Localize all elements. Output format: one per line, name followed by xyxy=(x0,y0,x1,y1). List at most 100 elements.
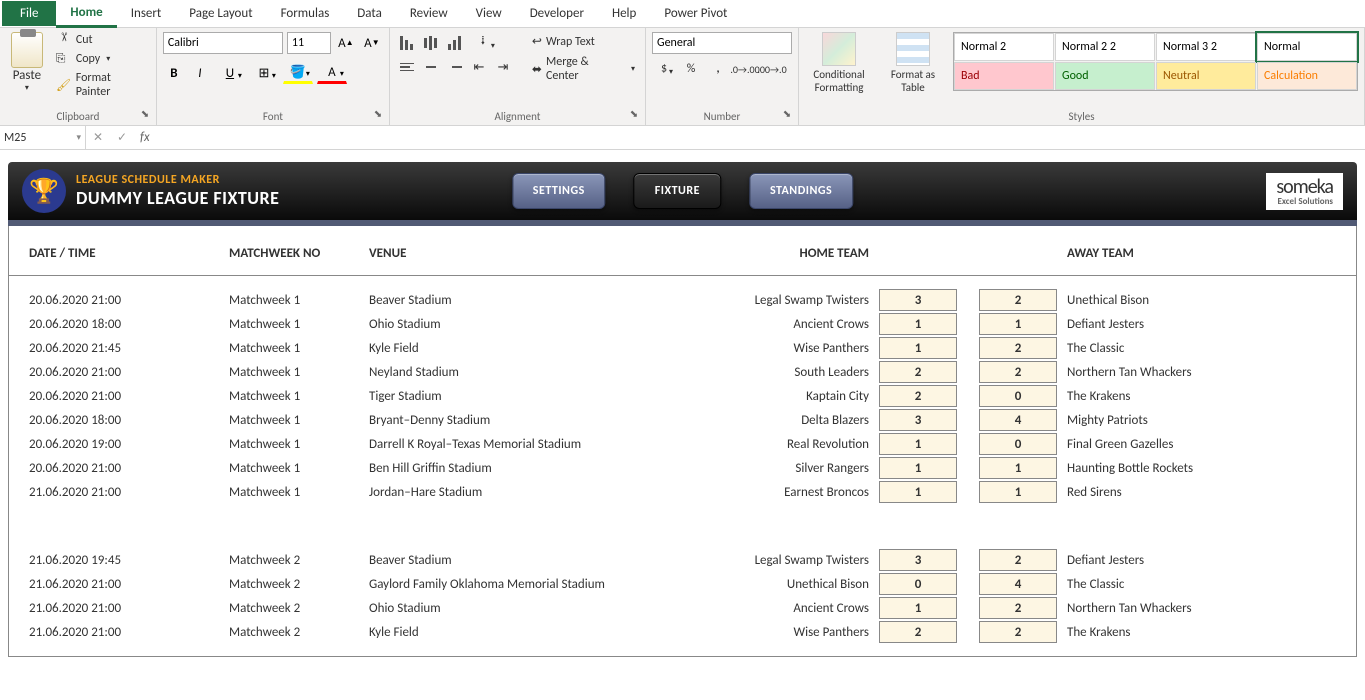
cell-home-team[interactable]: Delta Blazers xyxy=(629,413,879,428)
cell-home-team[interactable]: Wise Panthers xyxy=(629,341,879,356)
cell-venue[interactable]: Kyle Field xyxy=(369,341,629,356)
style-cell[interactable]: Normal xyxy=(1257,33,1357,61)
cell-away-team[interactable]: Unethical Bison xyxy=(1057,293,1336,308)
cell-datetime[interactable]: 20.06.2020 19:00 xyxy=(29,437,229,452)
cell-away-team[interactable]: Northern Tan Whackers xyxy=(1057,365,1336,380)
decrease-font-button[interactable]: A▼ xyxy=(361,32,383,54)
wrap-text-button[interactable]: ↩Wrap Text xyxy=(528,32,639,51)
tab-developer[interactable]: Developer xyxy=(516,1,598,26)
decrease-decimal-button[interactable]: .00→.0 xyxy=(760,58,784,80)
cell-away-score[interactable]: 1 xyxy=(979,313,1057,335)
tab-formulas[interactable]: Formulas xyxy=(267,1,344,26)
cell-datetime[interactable]: 20.06.2020 21:00 xyxy=(29,389,229,404)
cell-away-team[interactable]: Mighty Patriots xyxy=(1057,413,1336,428)
cell-away-team[interactable]: The Classic xyxy=(1057,577,1336,592)
cell-datetime[interactable]: 20.06.2020 21:00 xyxy=(29,365,229,380)
settings-button[interactable]: SETTINGS xyxy=(512,173,606,209)
clipboard-launcher[interactable]: ⬊ xyxy=(138,107,152,121)
cell-venue[interactable]: Jordan–Hare Stadium xyxy=(369,485,629,500)
cell-home-score[interactable]: 1 xyxy=(879,481,957,503)
fixture-button[interactable]: FIXTURE xyxy=(634,173,721,209)
tab-review[interactable]: Review xyxy=(396,1,462,26)
cell-away-score[interactable]: 2 xyxy=(979,337,1057,359)
tab-power-pivot[interactable]: Power Pivot xyxy=(650,1,741,26)
cancel-formula-button[interactable]: ✕ xyxy=(86,130,110,145)
cell-matchweek[interactable]: Matchweek 2 xyxy=(229,625,369,640)
cell-away-score[interactable]: 2 xyxy=(979,361,1057,383)
cell-away-score[interactable]: 0 xyxy=(979,433,1057,455)
cell-away-team[interactable]: The Krakens xyxy=(1057,625,1336,640)
cell-venue[interactable]: Darrell K Royal–Texas Memorial Stadium xyxy=(369,437,629,452)
cell-home-score[interactable]: 2 xyxy=(879,361,957,383)
increase-decimal-button[interactable]: .0→.00 xyxy=(733,58,757,80)
cell-home-score[interactable]: 2 xyxy=(879,621,957,643)
style-cell[interactable]: Bad xyxy=(954,62,1054,90)
underline-button[interactable]: U xyxy=(215,62,245,84)
cell-datetime[interactable]: 20.06.2020 21:00 xyxy=(29,461,229,476)
cell-home-score[interactable]: 3 xyxy=(879,409,957,431)
percent-format-button[interactable]: % xyxy=(679,58,703,80)
cell-datetime[interactable]: 21.06.2020 21:00 xyxy=(29,625,229,640)
format-painter-button[interactable]: 🖌Format Painter xyxy=(54,70,150,100)
cell-datetime[interactable]: 21.06.2020 19:45 xyxy=(29,553,229,568)
conditional-formatting-button[interactable]: Conditional Formatting xyxy=(805,32,873,94)
cell-matchweek[interactable]: Matchweek 1 xyxy=(229,341,369,356)
style-cell[interactable]: Normal 3 2 xyxy=(1156,33,1256,61)
cell-home-score[interactable]: 1 xyxy=(879,457,957,479)
cell-home-team[interactable]: Legal Swamp Twisters xyxy=(629,553,879,568)
cell-home-score[interactable]: 3 xyxy=(879,289,957,311)
cell-datetime[interactable]: 21.06.2020 21:00 xyxy=(29,485,229,500)
align-bottom-button[interactable] xyxy=(444,32,466,54)
cell-venue[interactable]: Ben Hill Griffin Stadium xyxy=(369,461,629,476)
style-cell[interactable]: Normal 2 xyxy=(954,33,1054,61)
cell-home-team[interactable]: Wise Panthers xyxy=(629,625,879,640)
cell-matchweek[interactable]: Matchweek 1 xyxy=(229,365,369,380)
cell-matchweek[interactable]: Matchweek 1 xyxy=(229,317,369,332)
cell-venue[interactable]: Ohio Stadium xyxy=(369,317,629,332)
cell-away-score[interactable]: 2 xyxy=(979,549,1057,571)
cell-matchweek[interactable]: Matchweek 1 xyxy=(229,461,369,476)
style-cell[interactable]: Good xyxy=(1055,62,1155,90)
cell-away-score[interactable]: 4 xyxy=(979,409,1057,431)
cell-home-team[interactable]: Kaptain City xyxy=(629,389,879,404)
tab-page-layout[interactable]: Page Layout xyxy=(175,1,266,26)
cell-away-score[interactable]: 0 xyxy=(979,385,1057,407)
increase-indent-button[interactable]: ⇥ xyxy=(492,56,514,78)
cell-home-team[interactable]: Silver Rangers xyxy=(629,461,879,476)
copy-button[interactable]: ⎘Copy▾ xyxy=(54,51,150,67)
font-name-select[interactable] xyxy=(163,32,283,54)
cell-matchweek[interactable]: Matchweek 1 xyxy=(229,389,369,404)
cell-home-score[interactable]: 0 xyxy=(879,573,957,595)
cell-away-team[interactable]: Defiant Jesters xyxy=(1057,553,1336,568)
orientation-button[interactable]: ⭭ xyxy=(468,32,498,54)
tab-insert[interactable]: Insert xyxy=(117,1,176,26)
border-button[interactable]: ⊞ xyxy=(249,62,279,84)
accounting-format-button[interactable]: $ xyxy=(652,58,676,80)
cell-datetime[interactable]: 21.06.2020 21:00 xyxy=(29,577,229,592)
cell-home-score[interactable]: 2 xyxy=(879,385,957,407)
fill-color-button[interactable]: 🪣 xyxy=(283,62,313,84)
cell-away-team[interactable]: Red Sirens xyxy=(1057,485,1336,500)
style-cell[interactable]: Neutral xyxy=(1156,62,1256,90)
cell-home-team[interactable]: Legal Swamp Twisters xyxy=(629,293,879,308)
cell-styles-gallery[interactable]: Normal 2Normal 2 2Normal 3 2NormalBadGoo… xyxy=(953,32,1358,91)
align-middle-button[interactable] xyxy=(420,32,442,54)
cell-venue[interactable]: Kyle Field xyxy=(369,625,629,640)
alignment-launcher[interactable]: ⬊ xyxy=(627,107,641,121)
cell-away-score[interactable]: 2 xyxy=(979,289,1057,311)
merge-center-button[interactable]: ⬌Merge & Center▾ xyxy=(528,53,639,85)
cell-datetime[interactable]: 21.06.2020 21:00 xyxy=(29,601,229,616)
cell-away-score[interactable]: 2 xyxy=(979,621,1057,643)
cell-home-team[interactable]: Ancient Crows xyxy=(629,317,879,332)
cell-away-score[interactable]: 4 xyxy=(979,573,1057,595)
cell-away-score[interactable]: 1 xyxy=(979,481,1057,503)
fx-icon[interactable]: fx xyxy=(134,130,156,145)
paste-button[interactable]: Paste ▾ xyxy=(6,32,48,93)
cell-matchweek[interactable]: Matchweek 2 xyxy=(229,577,369,592)
cell-away-team[interactable]: Defiant Jesters xyxy=(1057,317,1336,332)
cell-home-team[interactable]: South Leaders xyxy=(629,365,879,380)
italic-button[interactable]: I xyxy=(189,62,211,84)
cell-datetime[interactable]: 20.06.2020 18:00 xyxy=(29,317,229,332)
align-left-button[interactable] xyxy=(396,56,418,78)
bold-button[interactable]: B xyxy=(163,62,185,84)
